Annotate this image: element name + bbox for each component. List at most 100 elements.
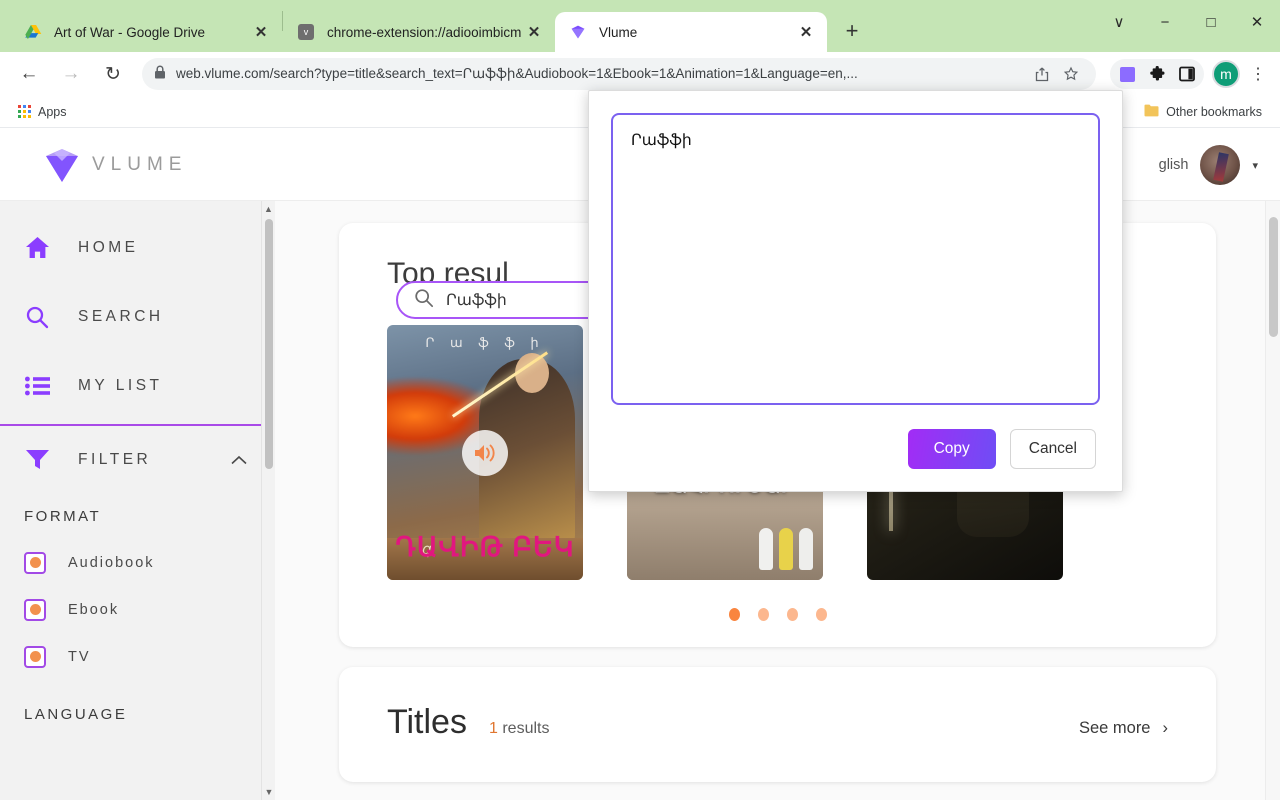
cover-art-head: [515, 353, 549, 393]
results-count-label: results: [502, 720, 550, 737]
extension-icon: v: [297, 23, 315, 41]
bookmark-apps[interactable]: Apps: [12, 102, 73, 122]
filter-option-tv[interactable]: TV: [0, 633, 275, 680]
scroll-up-icon[interactable]: ▲: [262, 201, 275, 217]
forward-icon[interactable]: →: [53, 56, 89, 92]
sidepanel-icon[interactable]: [1172, 59, 1202, 89]
filter-option-ebook[interactable]: Ebook: [0, 586, 275, 633]
bookmark-other[interactable]: Other bookmarks: [1138, 101, 1268, 123]
sidebar-scrollbar[interactable]: ▲ ▼: [261, 201, 275, 800]
header-right: glish ▾: [1159, 129, 1258, 201]
tab-title: Vlume: [599, 24, 638, 40]
extensions-group: [1110, 59, 1204, 89]
carousel-dot[interactable]: [757, 608, 769, 621]
browser-tab-2[interactable]: Vlume ✕: [555, 12, 827, 52]
vlume-diamond-icon: [40, 143, 84, 187]
filter-option-label: TV: [68, 648, 91, 665]
titles-panel: Titles 1 results See more ›: [339, 667, 1216, 782]
minimize-icon[interactable]: −: [1142, 0, 1188, 44]
kebab-menu-icon[interactable]: ⋮: [1244, 59, 1272, 89]
language-selector[interactable]: glish: [1159, 157, 1189, 173]
carousel-dot[interactable]: [786, 608, 798, 621]
list-icon: [24, 376, 50, 396]
search-icon: [414, 288, 434, 313]
folder-icon: [1144, 104, 1159, 120]
format-section-title: FORMAT: [24, 508, 102, 525]
chevron-down-icon[interactable]: ∨: [1096, 0, 1142, 44]
star-icon[interactable]: [1058, 61, 1084, 87]
maximize-icon[interactable]: □: [1188, 0, 1234, 44]
close-icon[interactable]: ✕: [795, 21, 817, 43]
google-drive-icon: [24, 23, 42, 41]
apps-grid-icon: [18, 105, 31, 118]
scroll-down-icon[interactable]: ▼: [262, 784, 276, 800]
chevron-down-icon[interactable]: ▾: [1252, 159, 1258, 172]
language-section-title: LANGUAGE: [24, 706, 128, 723]
book-cover-card[interactable]: Ր ա ֆ ֆ ի գ ԴԱՎԻԹ ԲԵԿ: [387, 325, 583, 580]
dialog-actions: Copy Cancel: [611, 429, 1100, 469]
share-icon[interactable]: [1030, 61, 1056, 87]
cover-art-figure: [799, 528, 813, 570]
search-input-value: Րաֆֆի: [446, 291, 507, 309]
lock-icon: [154, 65, 166, 84]
copy-dialog: Copy Cancel: [588, 90, 1123, 492]
address-bar-url: web.vlume.com/search?type=title&search_t…: [176, 66, 858, 81]
browser-window: Art of War - Google Drive ✕ v chrome-ext…: [0, 0, 1280, 800]
search-icon: [24, 305, 50, 329]
audio-icon[interactable]: [462, 429, 508, 476]
filter-option-audiobook[interactable]: Audiobook: [0, 539, 275, 586]
window-controls: ∨ − □ ✕: [1096, 0, 1280, 44]
bookmark-label: Apps: [38, 104, 67, 119]
results-count-number: 1: [488, 720, 498, 737]
page-scrollbar[interactable]: [1265, 201, 1280, 800]
avatar[interactable]: [1200, 145, 1241, 185]
cover-author: Ր ա ֆ ֆ ի: [425, 335, 545, 350]
see-more-link[interactable]: See more ›: [1079, 719, 1168, 738]
filter-icon: [24, 448, 50, 472]
reload-icon[interactable]: ↻: [95, 56, 131, 92]
tab-title: Art of War - Google Drive: [54, 24, 206, 40]
address-bar[interactable]: web.vlume.com/search?type=title&search_t…: [142, 58, 1096, 90]
cover-art-figure: [759, 528, 773, 570]
puzzle-extension-icon[interactable]: [1142, 59, 1172, 89]
profile-avatar[interactable]: m: [1212, 60, 1240, 88]
browser-tab-1[interactable]: v chrome-extension://adiooimbicm ✕: [283, 12, 555, 52]
new-tab-button[interactable]: +: [835, 14, 869, 48]
vlume-extension-icon[interactable]: [1112, 59, 1142, 89]
close-icon[interactable]: ✕: [523, 21, 545, 43]
copy-text-area[interactable]: [611, 113, 1100, 405]
chevron-right-icon: ›: [1162, 719, 1169, 737]
sidebar-item-home[interactable]: HOME: [0, 213, 275, 282]
checkbox-icon[interactable]: [24, 598, 46, 621]
filter-option-label: Ebook: [68, 601, 120, 618]
carousel-dot[interactable]: [815, 608, 827, 621]
checkbox-icon[interactable]: [24, 551, 46, 574]
back-icon[interactable]: ←: [11, 56, 47, 92]
sidebar-item-label: HOME: [78, 238, 139, 256]
vlume-diamond-icon: [569, 23, 587, 41]
chevron-up-icon[interactable]: [231, 452, 247, 469]
sidebar-item-my-list[interactable]: MY LIST: [0, 351, 275, 420]
site-logo[interactable]: VLUME: [18, 143, 278, 187]
scrollbar-thumb[interactable]: [265, 219, 273, 469]
sidebar-item-label: FILTER: [78, 451, 152, 468]
sidebar-item-label: MY LIST: [78, 376, 163, 394]
cancel-button[interactable]: Cancel: [1009, 429, 1096, 469]
carousel-dot[interactable]: [728, 608, 740, 621]
home-icon: [24, 236, 50, 259]
copy-button[interactable]: Copy: [907, 429, 996, 469]
checkbox-icon[interactable]: [24, 645, 46, 668]
bookmark-label: Other bookmarks: [1166, 104, 1262, 119]
sidebar-item-search[interactable]: SEARCH: [0, 282, 275, 351]
tab-title: chrome-extension://adiooimbicm: [327, 24, 522, 40]
sidebar-item-filter[interactable]: FILTER: [0, 426, 275, 494]
tab-strip: Art of War - Google Drive ✕ v chrome-ext…: [0, 0, 1280, 52]
cover-title: ԴԱՎԻԹ ԲԵԿ: [395, 532, 575, 563]
close-window-icon[interactable]: ✕: [1234, 0, 1280, 44]
close-icon[interactable]: ✕: [250, 21, 272, 43]
sidebar-item-label: SEARCH: [78, 307, 164, 325]
cover-art-figure: [779, 528, 793, 570]
scrollbar-thumb[interactable]: [1269, 217, 1278, 337]
results-count: 1 results: [489, 720, 549, 738]
browser-tab-0[interactable]: Art of War - Google Drive ✕: [10, 12, 282, 52]
